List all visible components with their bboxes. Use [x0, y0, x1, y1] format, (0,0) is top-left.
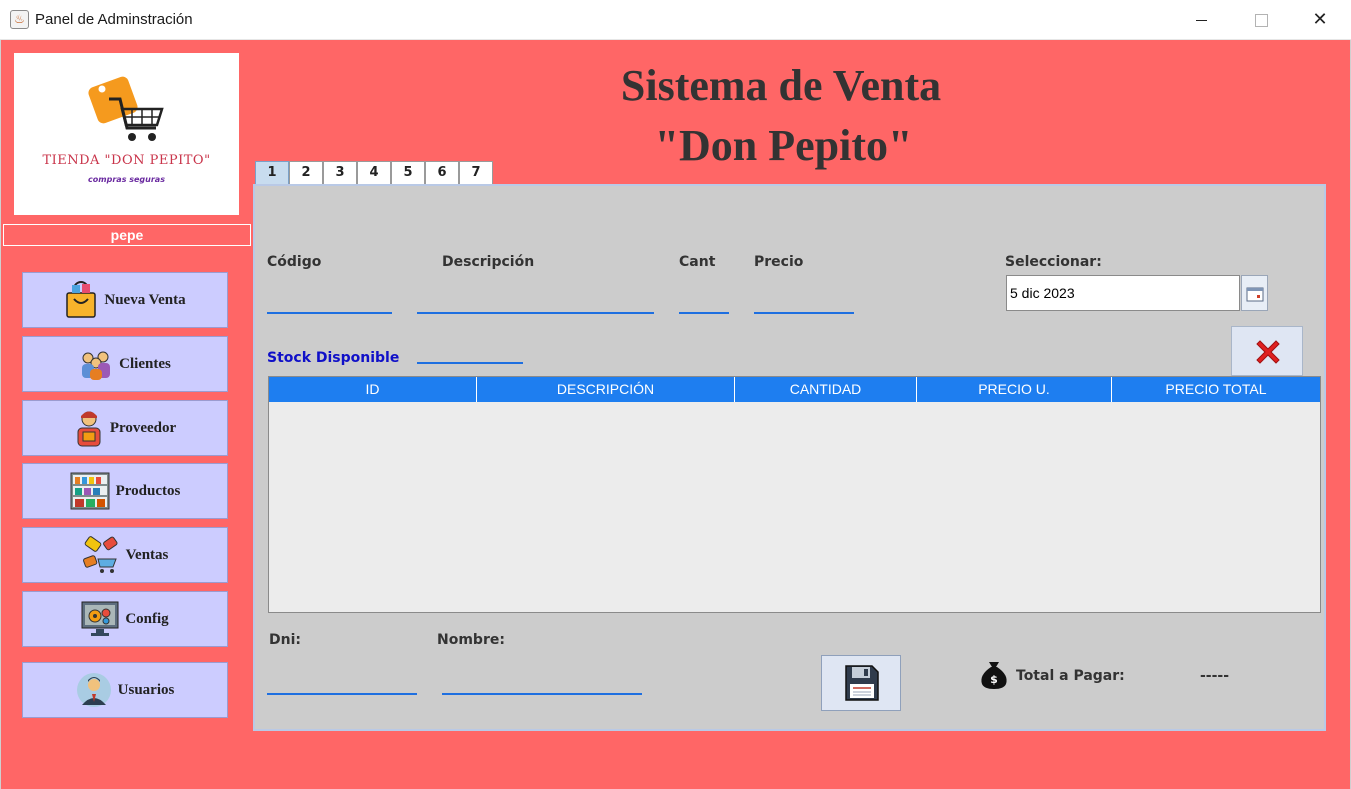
proveedor-label: Proveedor — [109, 419, 177, 436]
nueva-venta-label: Nueva Venta — [104, 291, 186, 308]
tab-7[interactable]: 7 — [459, 161, 493, 184]
logo-text: TIENDA "DON PEPITO" — [42, 153, 211, 168]
current-user-label: pepe — [3, 224, 251, 246]
ventas-button[interactable]: Ventas — [22, 527, 228, 583]
system-title-line1: Sistema de Venta — [620, 61, 942, 110]
column-header-precio-u[interactable]: PRECIO U. — [917, 377, 1112, 402]
column-header-precio-total[interactable]: PRECIO TOTAL — [1112, 377, 1320, 402]
column-header-id[interactable]: ID — [269, 377, 477, 402]
supplier-icon — [77, 411, 101, 447]
java-app-icon: ♨ — [10, 10, 29, 29]
money-bag-icon: $ — [981, 662, 1007, 689]
calendar-button[interactable] — [1241, 275, 1268, 311]
red-x-icon — [1256, 340, 1280, 364]
config-label: Config — [125, 610, 169, 627]
tab-2[interactable]: 2 — [289, 161, 323, 184]
clientes-label: Clientes — [119, 355, 171, 372]
system-title: Sistema de Venta "Don Pepito" — [561, 56, 1001, 176]
productos-label: Productos — [115, 482, 181, 499]
seleccionar-label: Seleccionar: — [1005, 254, 1102, 270]
svg-text:$: $ — [990, 673, 998, 686]
sales-tags-icon — [82, 536, 118, 573]
usuarios-label: Usuarios — [117, 681, 175, 698]
minimize-button[interactable] — [1173, 0, 1231, 40]
customers-icon — [82, 351, 111, 380]
nueva-venta-panel: Código Descripción Cant Precio Seleccion… — [253, 184, 1326, 731]
delete-button[interactable] — [1231, 326, 1303, 376]
precio-input[interactable] — [754, 292, 854, 314]
stock-disponible-field — [417, 342, 523, 364]
close-icon: ✕ — [1312, 9, 1328, 30]
nombre-input[interactable] — [442, 673, 642, 695]
nueva-venta-button[interactable]: Nueva Venta — [22, 272, 228, 328]
descripcion-input[interactable] — [417, 292, 654, 314]
settings-monitor-icon — [81, 601, 119, 636]
tab-4[interactable]: 4 — [357, 161, 391, 184]
tab-6[interactable]: 6 — [425, 161, 459, 184]
system-title-line2: "Don Pepito" — [654, 121, 913, 170]
shelves-icon — [70, 472, 110, 510]
proveedor-button[interactable]: Proveedor — [22, 400, 228, 456]
cant-label: Cant — [679, 254, 716, 270]
close-button[interactable]: ✕ — [1291, 0, 1349, 40]
dni-label: Dni: — [269, 632, 301, 648]
table-header: ID DESCRIPCIÓN CANTIDAD PRECIO U. PRECIO… — [269, 377, 1320, 402]
config-button[interactable]: Config — [22, 591, 228, 647]
user-avatar-icon — [76, 673, 111, 707]
column-header-descripcion[interactable]: DESCRIPCIÓN — [477, 377, 735, 402]
total-a-pagar-label: Total a Pagar: — [1016, 668, 1125, 684]
store-logo: TIENDA "DON PEPITO" compras seguras — [14, 53, 239, 215]
nombre-label: Nombre: — [437, 632, 505, 648]
cantidad-input[interactable] — [679, 292, 729, 314]
tab-5[interactable]: 5 — [391, 161, 425, 184]
productos-button[interactable]: Productos — [22, 463, 228, 519]
tab-3[interactable]: 3 — [323, 161, 357, 184]
column-header-cantidad[interactable]: CANTIDAD — [735, 377, 917, 402]
shopping-cart-tag-icon — [88, 76, 164, 141]
calendar-icon — [1246, 287, 1264, 302]
total-a-pagar-value: ----- — [1200, 668, 1230, 684]
window-title: Panel de Adminstración — [35, 11, 193, 28]
codigo-input[interactable] — [267, 292, 392, 314]
usuarios-button[interactable]: Usuarios — [22, 662, 228, 718]
codigo-label: Código — [267, 254, 322, 270]
shopping-bag-icon — [66, 281, 97, 318]
precio-label: Precio — [754, 254, 804, 270]
ventas-label: Ventas — [125, 546, 169, 563]
dni-input[interactable] — [267, 673, 417, 695]
date-picker-field[interactable]: 5 dic 2023 — [1006, 275, 1240, 311]
save-button[interactable] — [821, 655, 901, 711]
stock-disponible-label: Stock Disponible — [267, 350, 400, 366]
main-panel: TIENDA "DON PEPITO" compras seguras pepe… — [0, 40, 1351, 789]
window-titlebar: ♨ Panel de Adminstración ✕ — [0, 0, 1351, 40]
floppy-disk-icon — [845, 665, 879, 701]
logo-subtext: compras seguras — [88, 175, 165, 184]
maximize-button[interactable] — [1232, 0, 1290, 40]
sales-table[interactable]: ID DESCRIPCIÓN CANTIDAD PRECIO U. PRECIO… — [268, 376, 1321, 613]
descripcion-label: Descripción — [442, 254, 535, 270]
tab-1[interactable]: 1 — [255, 161, 289, 185]
clientes-button[interactable]: Clientes — [22, 336, 228, 392]
